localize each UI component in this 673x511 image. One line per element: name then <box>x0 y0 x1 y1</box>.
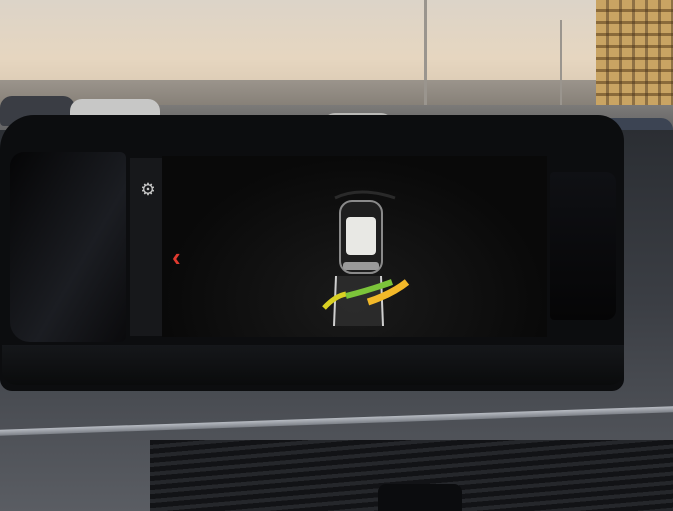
parking-visual <box>322 190 410 327</box>
front-sensor-arc <box>334 190 396 200</box>
vent-control-knob[interactable] <box>378 484 462 511</box>
vehicle-cabin <box>346 217 376 255</box>
photo-scene: ⚙ ‹ <box>0 0 673 511</box>
vehicle-rear <box>343 262 379 270</box>
